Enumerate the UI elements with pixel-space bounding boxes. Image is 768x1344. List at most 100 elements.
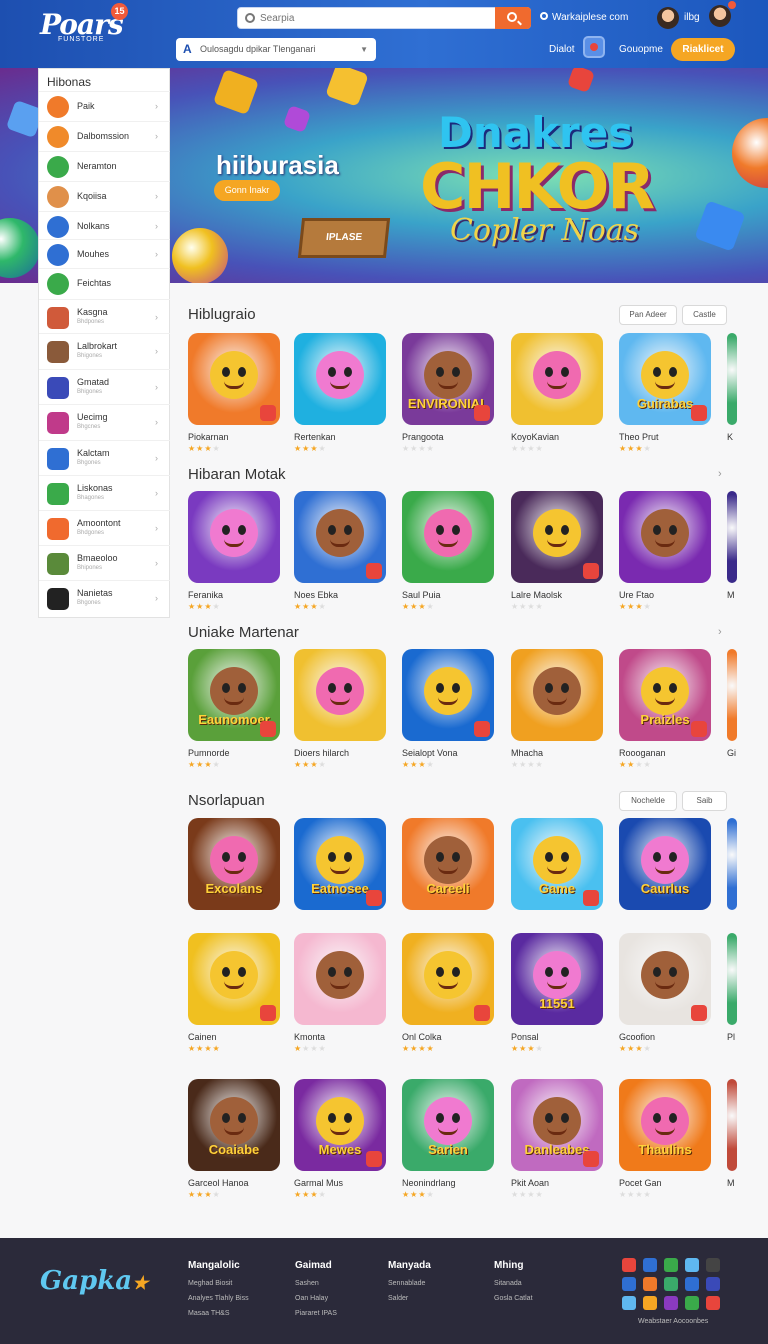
game-tile[interactable]: Eaunomoer xyxy=(188,649,280,741)
game-title[interactable]: Pumnorde xyxy=(188,748,230,758)
record-button[interactable] xyxy=(583,36,605,58)
sidebar-item[interactable]: Kasgna Bhdpones › xyxy=(39,299,170,332)
game-title[interactable]: Theo Prut xyxy=(619,432,659,442)
game-title[interactable]: M xyxy=(727,590,735,600)
sidebar-item[interactable]: Feichtas xyxy=(39,268,170,301)
game-tile[interactable] xyxy=(511,333,603,425)
sidebar-item[interactable]: Kalctam Bhgones › xyxy=(39,440,170,473)
game-tile[interactable]: Praizles xyxy=(619,649,711,741)
game-tile[interactable] xyxy=(727,933,737,1025)
footer-link[interactable]: Meghad Biosit xyxy=(188,1280,232,1287)
game-tile[interactable]: Mewes xyxy=(294,1079,386,1171)
game-title[interactable]: Cainen xyxy=(188,1032,217,1042)
game-tile[interactable] xyxy=(188,491,280,583)
social-icon[interactable] xyxy=(685,1258,699,1272)
game-tile[interactable] xyxy=(294,491,386,583)
sidebar-item[interactable]: Lalbrokart Bhigones › xyxy=(39,333,170,366)
game-title[interactable]: Prangoota xyxy=(402,432,444,442)
game-title[interactable]: Saul Puia xyxy=(402,590,441,600)
game-title[interactable]: Pocet Gan xyxy=(619,1178,662,1188)
game-title[interactable]: M xyxy=(727,1178,735,1188)
game-tile[interactable] xyxy=(619,491,711,583)
game-tile[interactable]: Coaiabe xyxy=(188,1079,280,1171)
footer-link[interactable]: Analyes Tlahly Biss xyxy=(188,1295,249,1302)
game-tile[interactable] xyxy=(188,933,280,1025)
sidebar-item[interactable]: Nanietas Bhgones › xyxy=(39,580,170,613)
game-tile[interactable] xyxy=(727,333,737,425)
social-icon[interactable] xyxy=(664,1296,678,1310)
compare-link[interactable]: Gouopme xyxy=(619,44,663,55)
game-title[interactable]: Kmonta xyxy=(294,1032,325,1042)
social-icon[interactable] xyxy=(664,1258,678,1272)
game-tile[interactable]: Excolans xyxy=(188,818,280,910)
category-select[interactable]: A Oulosagdu dpikar Tlenganari ▼ xyxy=(176,38,376,61)
game-tile[interactable]: Caurlus xyxy=(619,818,711,910)
sidebar-item[interactable]: Neramton xyxy=(39,151,170,184)
game-title[interactable]: Roooganan xyxy=(619,748,666,758)
section-filter-button[interactable]: Saib xyxy=(682,791,727,811)
social-icon[interactable] xyxy=(622,1277,636,1291)
social-icon[interactable] xyxy=(706,1258,720,1272)
avatar[interactable] xyxy=(657,7,679,29)
game-title[interactable]: Seialopt Vona xyxy=(402,748,458,758)
section-filter-button[interactable]: Castle xyxy=(682,305,727,325)
section-filter-button[interactable]: Pan Adeer xyxy=(619,305,677,325)
social-icon[interactable] xyxy=(643,1296,657,1310)
game-tile[interactable] xyxy=(727,491,737,583)
footer-link[interactable]: Sitanada xyxy=(494,1280,522,1287)
game-tile[interactable] xyxy=(511,491,603,583)
game-tile[interactable]: Guirabas xyxy=(619,333,711,425)
profile-avatar[interactable] xyxy=(709,5,731,27)
user-name[interactable]: ilbg xyxy=(684,12,700,23)
search-button[interactable] xyxy=(495,7,531,29)
footer-link[interactable]: Gosla Catlat xyxy=(494,1295,533,1302)
social-icon[interactable] xyxy=(685,1296,699,1310)
game-tile[interactable]: Careeli xyxy=(402,818,494,910)
footer-link[interactable]: Salder xyxy=(388,1295,408,1302)
search-bar[interactable] xyxy=(237,7,531,29)
chevron-right-icon[interactable]: › xyxy=(718,626,722,638)
footer-link[interactable]: Oan Halay xyxy=(295,1295,328,1302)
game-tile[interactable] xyxy=(402,933,494,1025)
game-title[interactable]: Noes Ebka xyxy=(294,590,338,600)
game-tile[interactable] xyxy=(402,491,494,583)
game-title[interactable]: Pkit Aoan xyxy=(511,1178,549,1188)
footer-link[interactable]: Masaa TH&S xyxy=(188,1310,230,1317)
game-title[interactable]: KoyoKavian xyxy=(511,432,559,442)
game-title[interactable]: Gi xyxy=(727,748,736,758)
game-tile[interactable] xyxy=(294,333,386,425)
social-icon[interactable] xyxy=(622,1296,636,1310)
game-tile[interactable] xyxy=(619,933,711,1025)
social-icon[interactable] xyxy=(706,1296,720,1310)
game-tile[interactable] xyxy=(727,649,737,741)
game-tile[interactable] xyxy=(727,1079,737,1171)
game-title[interactable]: Gcoofion xyxy=(619,1032,655,1042)
game-title[interactable]: Rertenkan xyxy=(294,432,336,442)
footer-link[interactable]: Piararet IPAS xyxy=(295,1310,337,1317)
game-tile[interactable]: Sarien xyxy=(402,1079,494,1171)
sidebar-item[interactable]: Kqoiisa › xyxy=(39,181,170,214)
sidebar-item[interactable]: Dalbomssion › xyxy=(39,121,170,154)
sidebar-item[interactable]: Bmaeoloo Bhipones › xyxy=(39,545,170,578)
game-tile[interactable] xyxy=(727,818,737,910)
game-tile[interactable]: Game xyxy=(511,818,603,910)
game-tile[interactable] xyxy=(511,649,603,741)
footer-logo[interactable]: Gapka★ xyxy=(40,1266,148,1296)
section-filter-button[interactable]: Nochelde xyxy=(619,791,677,811)
sidebar-item[interactable]: Amoontont Bhdgones › xyxy=(39,510,170,543)
footer-link[interactable]: Sashen xyxy=(295,1280,319,1287)
game-tile[interactable]: Thaulins xyxy=(619,1079,711,1171)
game-title[interactable]: Pl xyxy=(727,1032,735,1042)
social-icon[interactable] xyxy=(643,1258,657,1272)
game-title[interactable]: Mhacha xyxy=(511,748,543,758)
hero-button[interactable]: Gonn Inakr xyxy=(214,180,280,201)
game-tile[interactable] xyxy=(188,333,280,425)
social-icon[interactable] xyxy=(664,1277,678,1291)
sidebar-item[interactable]: Paik › xyxy=(39,91,170,124)
game-tile[interactable] xyxy=(294,649,386,741)
social-icon[interactable] xyxy=(643,1277,657,1291)
cta-button[interactable]: Riaklicet xyxy=(671,38,735,61)
game-title[interactable]: Garmal Mus xyxy=(294,1178,343,1188)
game-title[interactable]: Piokarnan xyxy=(188,432,229,442)
sidebar-item[interactable]: Uecimg Bhgcnes › xyxy=(39,404,170,437)
